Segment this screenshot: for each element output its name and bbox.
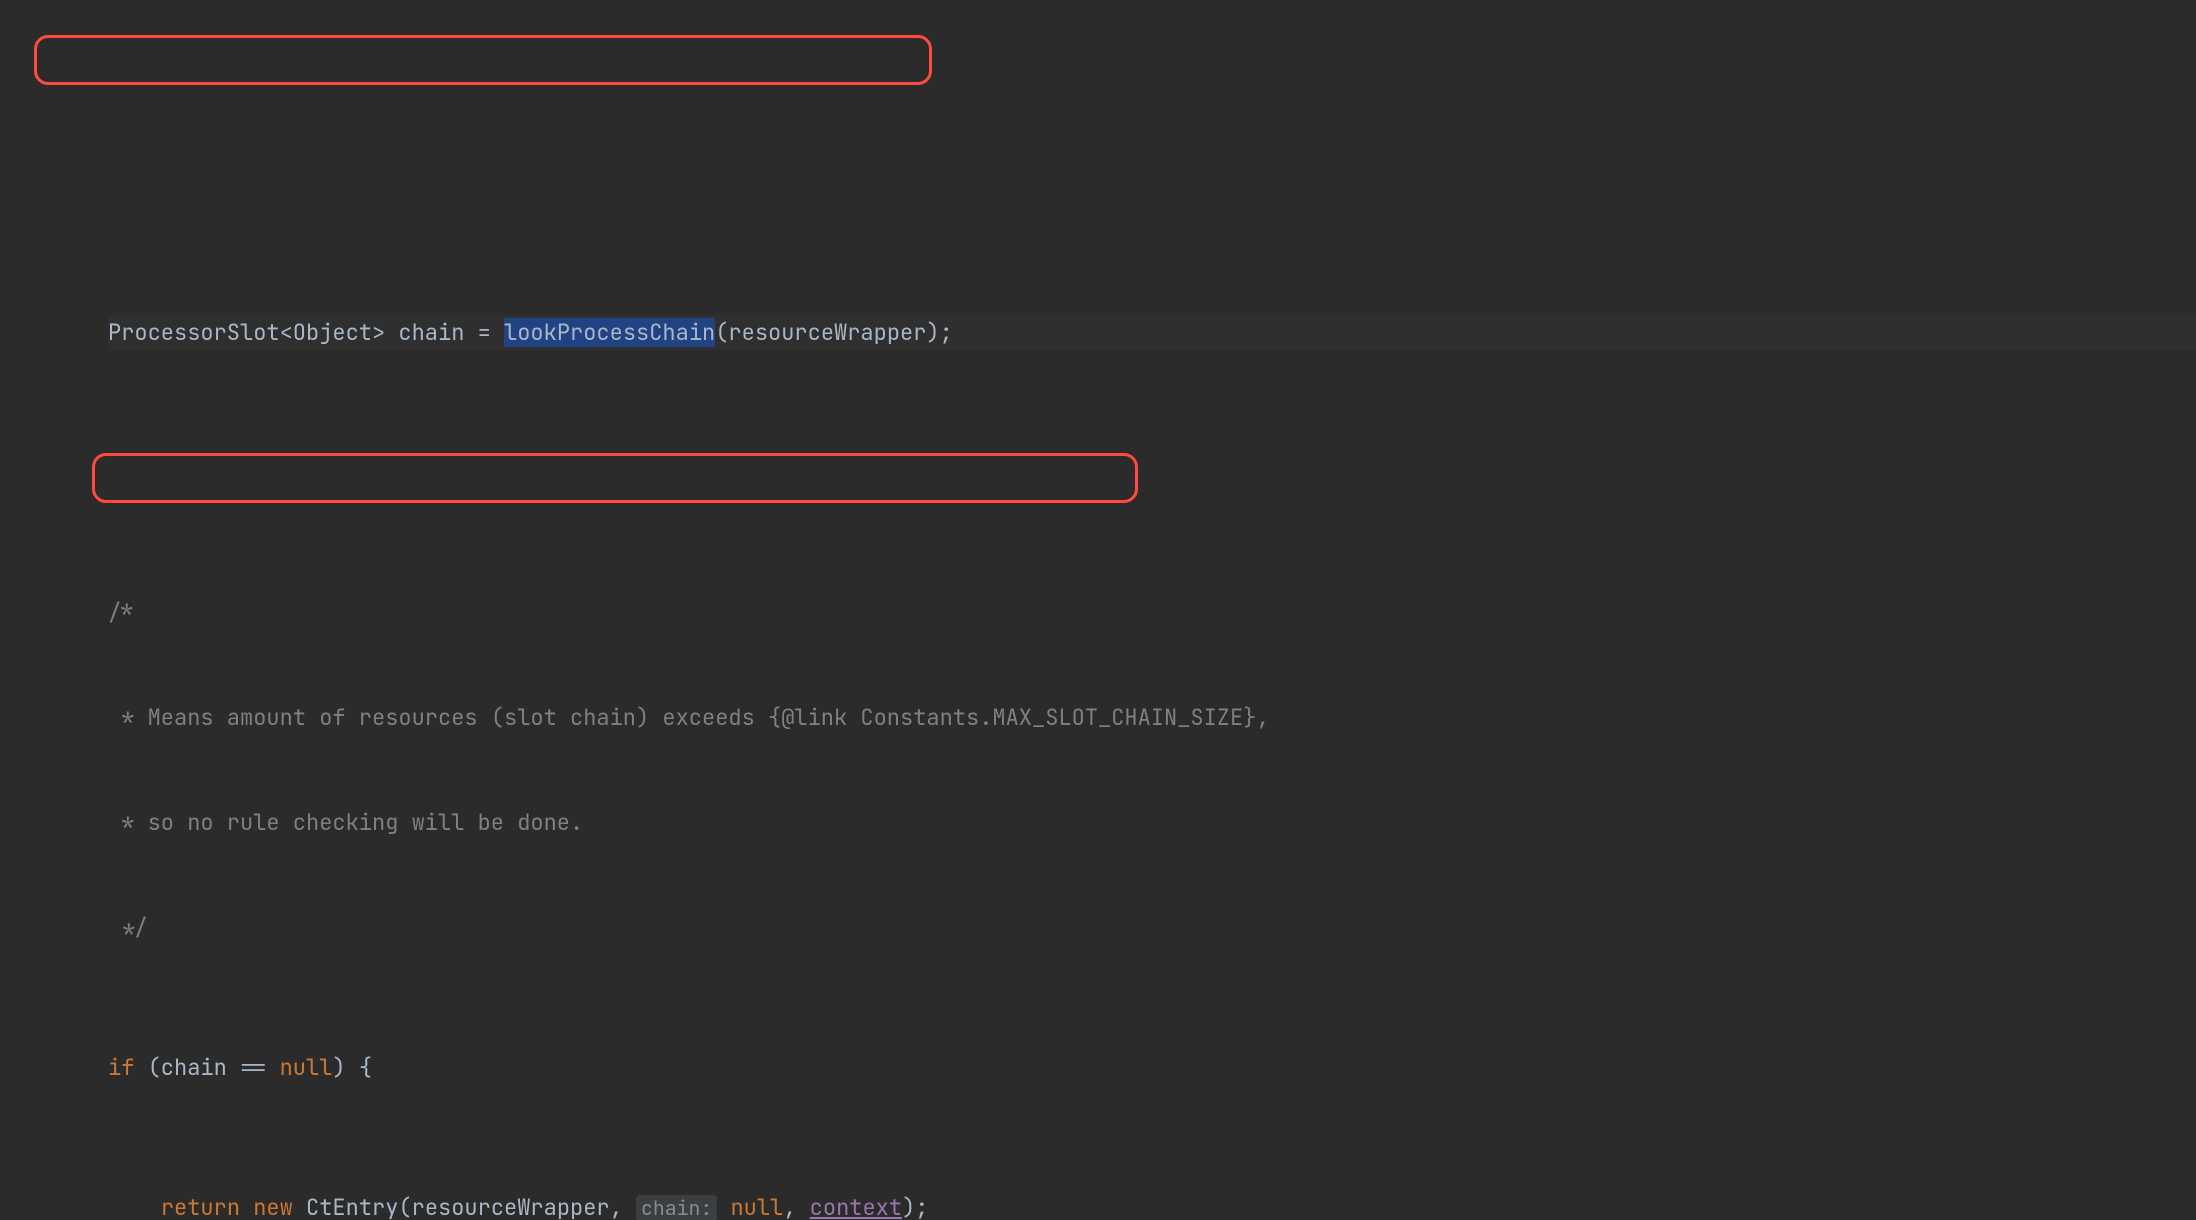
code-line[interactable]: ProcessorSlot<Object> chain = lookProces… [108,315,2196,350]
field-context: context [810,1193,902,1220]
keyword-return-new: return new [161,1193,293,1220]
code-line[interactable] [108,140,2196,175]
param-hint: chain: [636,1195,717,1220]
token: (chain == [134,1053,279,1082]
keyword-if: if [108,1053,134,1082]
token: ProcessorSlot<Object> chain = [108,318,504,347]
comment: * so no rule checking will be done. [108,808,583,837]
token: (resourceWrapper); [715,318,953,347]
code-area[interactable]: ProcessorSlot<Object> chain = lookProces… [48,0,2196,1220]
token: ); [902,1193,928,1220]
selection-text: lookProcessChain [504,318,715,347]
keyword-null: null [717,1193,783,1220]
code-line[interactable]: * so no rule checking will be done. [108,805,2196,840]
token: CtEntry(resourceWrapper, [293,1193,636,1220]
highlight-box-1 [34,35,932,85]
code-line[interactable]: * Means amount of resources (slot chain)… [108,700,2196,735]
code-editor[interactable]: ProcessorSlot<Object> chain = lookProces… [0,0,2196,1220]
code-line[interactable]: */ [108,910,2196,945]
token: ) { [332,1053,372,1082]
code-line[interactable]: return new CtEntry(resourceWrapper, chai… [108,1190,2196,1220]
code-line[interactable]: /* [108,595,2196,630]
keyword-null: null [280,1053,333,1082]
code-line[interactable] [108,455,2196,490]
comment: /* [108,598,134,627]
comment: */ [108,913,148,942]
comment: * Means amount of resources (slot chain)… [108,703,1270,732]
code-line[interactable]: if (chain == null) { [108,1050,2196,1085]
token: , [783,1193,809,1220]
